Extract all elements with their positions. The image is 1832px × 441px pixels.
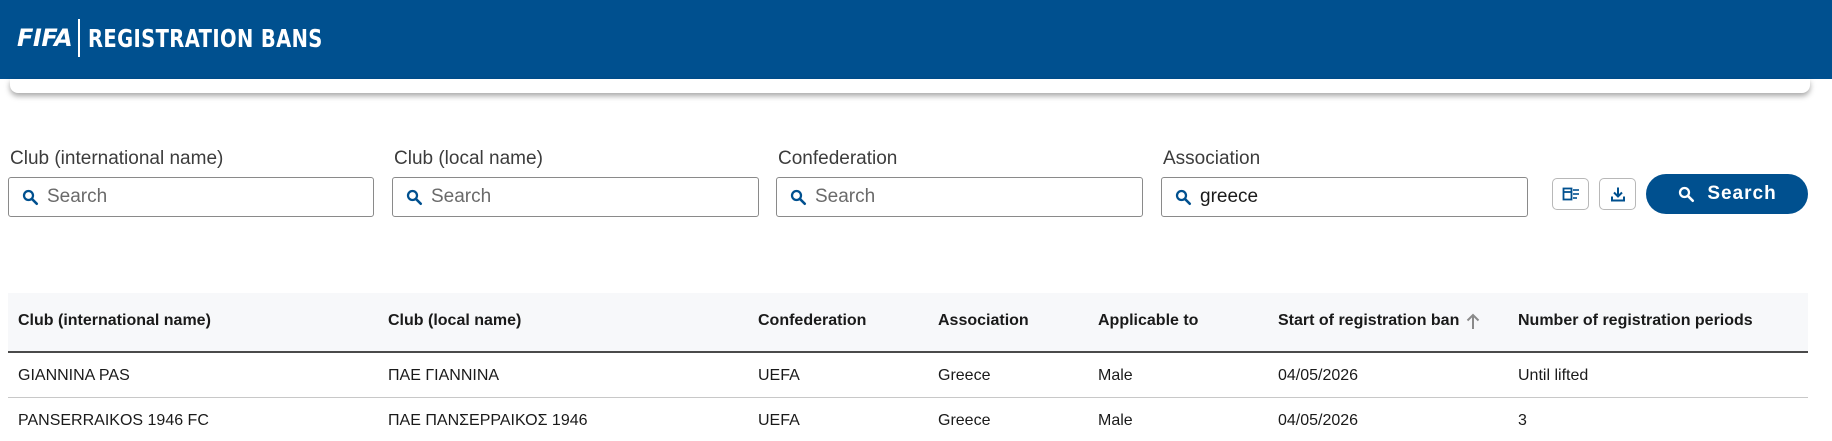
club-local-search-field[interactable] <box>392 177 759 217</box>
header-shadow-panel <box>10 79 1810 93</box>
cell-club-international: PANSERRAIKOS 1946 FC <box>18 412 209 429</box>
brand-name: FIFA <box>17 24 73 52</box>
association-search-input[interactable] <box>1200 186 1500 208</box>
cell-start-of-ban: 04/05/2026 <box>1278 367 1359 384</box>
cell-confederation: UEFA <box>758 412 800 429</box>
registration-bans-table: Club (international name) Club (local na… <box>8 293 1808 441</box>
confederation-search-field[interactable] <box>776 177 1143 217</box>
logo-divider <box>78 19 81 57</box>
club-local-search-input[interactable] <box>431 186 731 208</box>
table-row[interactable]: PANSERRAIKOS 1946 FC ΠΑΕ ΠΑΝΣΕΡΡΑΙΚΟΣ 19… <box>8 398 1808 441</box>
club-international-search-input[interactable] <box>47 186 347 208</box>
filter-label: Association <box>1163 148 1261 169</box>
cell-association: Greece <box>938 412 991 429</box>
cell-applicable-to: Male <box>1098 412 1133 429</box>
cell-club-international: GIANNINA PAS <box>18 367 130 384</box>
search-button[interactable]: Search <box>1646 174 1808 214</box>
cell-applicable-to: Male <box>1098 367 1133 384</box>
download-icon <box>1610 187 1625 202</box>
filter-label: Confederation <box>778 148 898 169</box>
confederation-search-input[interactable] <box>815 186 1115 208</box>
filter-confederation: Confederation <box>776 148 1143 217</box>
search-button-label: Search <box>1707 183 1777 204</box>
column-header-start-of-ban[interactable]: Start of registration ban <box>1278 312 1481 330</box>
search-icon <box>1679 186 1695 203</box>
search-icon <box>22 189 39 206</box>
cell-club-local: ΠΑΕ ΠΑΝΣΕΡΡΑΙΚΟΣ 1946 <box>388 412 588 429</box>
table-row[interactable]: GIANNINA PAS ΠΑΕ ΓΙΑΝΝΙΝΑ UEFA Greece Ma… <box>8 353 1808 398</box>
cell-registration-periods: Until lifted <box>1518 367 1589 384</box>
download-button[interactable] <box>1599 178 1636 210</box>
search-icon <box>790 189 807 206</box>
association-search-field[interactable] <box>1161 177 1528 217</box>
clear-filter-icon <box>1562 187 1579 201</box>
column-header-applicable-to[interactable]: Applicable to <box>1098 312 1198 330</box>
cell-club-local: ΠΑΕ ΓΙΑΝΝΙΝΑ <box>388 367 500 384</box>
cell-association: Greece <box>938 367 991 384</box>
search-icon <box>406 189 423 206</box>
clear-filters-button[interactable] <box>1552 178 1589 210</box>
filter-label: Club (local name) <box>394 148 543 169</box>
sort-ascending-icon[interactable] <box>1465 312 1481 330</box>
column-header-confederation[interactable]: Confederation <box>758 312 866 330</box>
cell-confederation: UEFA <box>758 367 800 384</box>
filter-label: Club (international name) <box>10 148 224 169</box>
column-header-registration-periods[interactable]: Number of registration periods <box>1518 312 1753 330</box>
club-international-search-field[interactable] <box>8 177 374 217</box>
cell-registration-periods: 3 <box>1518 412 1527 429</box>
filter-club-local: Club (local name) <box>392 148 759 217</box>
page-title: REGISTRATION BANS <box>88 23 323 53</box>
filter-association: Association <box>1161 148 1528 217</box>
fifa-logo[interactable]: FIFA REGISTRATION BANS <box>17 19 389 57</box>
table-header: Club (international name) Club (local na… <box>8 293 1808 353</box>
column-header-association[interactable]: Association <box>938 312 1029 330</box>
search-icon <box>1175 189 1192 206</box>
cell-start-of-ban: 04/05/2026 <box>1278 412 1359 429</box>
column-header-club-local[interactable]: Club (local name) <box>388 312 521 330</box>
filter-club-international: Club (international name) <box>8 148 374 217</box>
app-header: FIFA REGISTRATION BANS <box>0 0 1832 79</box>
column-header-club-international[interactable]: Club (international name) <box>18 312 211 330</box>
